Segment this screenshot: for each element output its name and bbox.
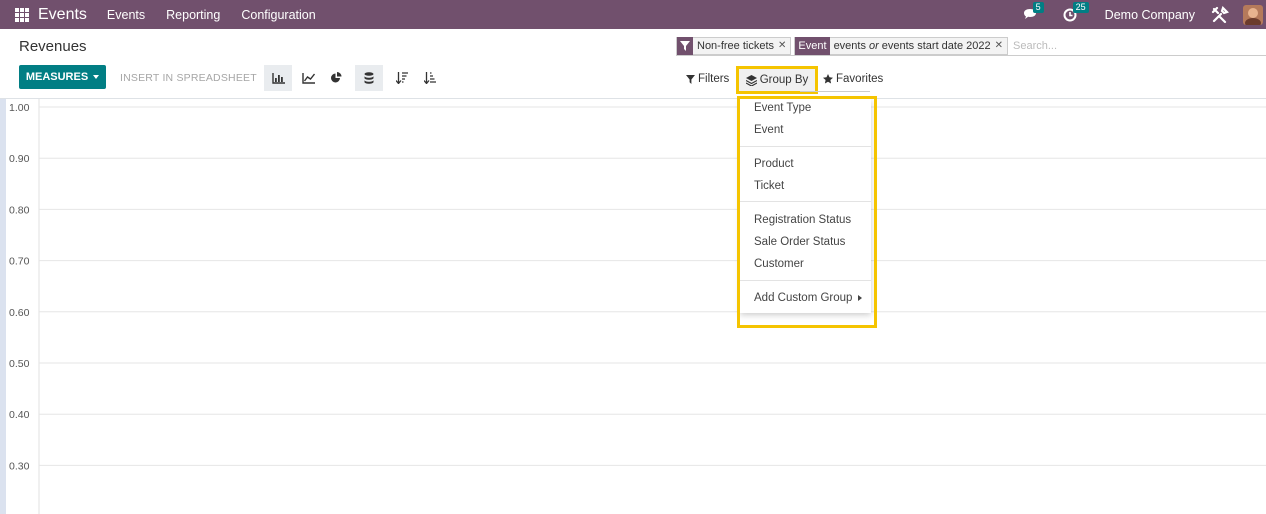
y-tick-label: 0.30 <box>9 460 30 472</box>
y-tick-label: 0.40 <box>9 409 30 421</box>
filters-button[interactable]: Filters <box>686 69 729 89</box>
filter-icon <box>686 74 695 84</box>
groupby-facet-label: Event <box>795 36 830 55</box>
groupby-option-customer[interactable]: Customer <box>754 255 804 273</box>
dropdown-divider <box>740 280 871 281</box>
measures-button[interactable]: MEASURES <box>19 65 106 89</box>
caret-down-icon <box>93 75 100 79</box>
dropdown-top-border <box>800 91 870 92</box>
page-title: Revenues <box>19 38 87 55</box>
search-input[interactable]: Search... <box>1013 40 1057 52</box>
group-by-button[interactable]: Group By <box>736 66 818 94</box>
remove-facet-icon[interactable]: ✕ <box>995 40 1007 51</box>
activities-count-badge: 25 <box>1072 1 1089 13</box>
group-by-label: Group By <box>759 74 809 86</box>
control-panel: Revenues MEASURES INSERT IN SPREADSHEET … <box>0 29 1266 99</box>
filter-facet-icon <box>677 36 693 55</box>
layers-icon <box>745 74 757 86</box>
y-tick-label: 0.60 <box>9 307 30 319</box>
sort-descending-icon <box>396 72 408 84</box>
measures-label: MEASURES <box>25 71 89 83</box>
systray: 5 25 Demo Company <box>1021 0 1266 29</box>
groupby-facet-value: events or events start date 2022 <box>830 40 995 52</box>
insert-spreadsheet-button[interactable]: INSERT IN SPREADSHEET <box>120 72 257 84</box>
filter-facet: Non-free tickets ✕ <box>676 36 792 55</box>
dropdown-divider <box>740 146 871 147</box>
sort-descending-button[interactable] <box>388 65 416 91</box>
messages-count-badge: 5 <box>1032 1 1044 13</box>
pie-chart-button[interactable] <box>322 65 350 91</box>
facet-value-b: events start date 2022 <box>881 39 991 52</box>
revenue-chart: 1.00 0.90 0.80 0.70 0.60 0.50 0.40 0.30 <box>9 99 1266 514</box>
favorites-label: Favorites <box>836 73 884 85</box>
database-icon <box>364 72 374 84</box>
facet-value-a: events <box>833 39 866 52</box>
add-custom-group-label: Add Custom Group <box>754 292 853 304</box>
stacked-toggle-button[interactable] <box>355 65 383 91</box>
bar-chart-icon <box>271 72 285 84</box>
top-navbar: Events Events Reporting Configuration 5 … <box>0 0 1266 29</box>
groupby-option-event[interactable]: Event <box>754 121 783 139</box>
y-tick-label: 1.00 <box>9 102 30 114</box>
messages-button[interactable]: 5 <box>1021 1 1044 24</box>
star-icon <box>823 74 833 84</box>
groupby-option-sale-order-status[interactable]: Sale Order Status <box>754 233 845 251</box>
bar-chart-button[interactable] <box>264 65 292 91</box>
filters-label: Filters <box>698 73 730 85</box>
menu-configuration[interactable]: Configuration <box>241 8 315 22</box>
filter-facet-value: Non-free tickets <box>697 39 775 52</box>
line-chart-button[interactable] <box>294 65 322 91</box>
groupby-option-event-type[interactable]: Event Type <box>754 99 811 117</box>
search-bar: Non-free tickets ✕ Event events or event… <box>676 36 1266 56</box>
y-tick-label: 0.90 <box>9 153 30 165</box>
line-chart-icon <box>301 72 315 84</box>
user-avatar[interactable] <box>1243 4 1263 25</box>
groupby-option-ticket[interactable]: Ticket <box>754 177 784 195</box>
debug-tools-icon[interactable] <box>1211 5 1229 24</box>
main-menu: Events Reporting Configuration <box>107 8 337 22</box>
company-switcher[interactable]: Demo Company <box>1105 8 1195 22</box>
app-name[interactable]: Events <box>38 6 87 24</box>
y-tick-label: 0.80 <box>9 204 30 216</box>
y-tick-label: 0.50 <box>9 358 30 370</box>
y-tick-label: 0.70 <box>9 256 30 268</box>
pie-chart-icon <box>331 72 342 83</box>
groupby-option-product[interactable]: Product <box>754 155 794 173</box>
remove-facet-icon[interactable]: ✕ <box>778 40 790 51</box>
apps-menu-icon[interactable] <box>15 7 29 22</box>
menu-reporting[interactable]: Reporting <box>166 8 220 22</box>
activities-button[interactable]: 25 <box>1061 1 1089 24</box>
facet-connector: or <box>868 39 879 52</box>
groupby-option-registration-status[interactable]: Registration Status <box>754 211 851 229</box>
groupby-facet: Event events or events start date 2022 ✕ <box>794 36 1009 55</box>
add-custom-group-option[interactable]: Add Custom Group <box>754 289 863 307</box>
group-by-dropdown: Event Type Event Product Ticket Registra… <box>740 99 871 313</box>
sort-ascending-button[interactable] <box>416 65 444 91</box>
filter-icon <box>680 40 690 51</box>
caret-right-icon <box>858 294 863 301</box>
dropdown-divider <box>740 201 871 202</box>
sort-ascending-icon <box>424 72 436 84</box>
menu-events[interactable]: Events <box>107 8 145 22</box>
favorites-button[interactable]: Favorites <box>823 69 883 89</box>
